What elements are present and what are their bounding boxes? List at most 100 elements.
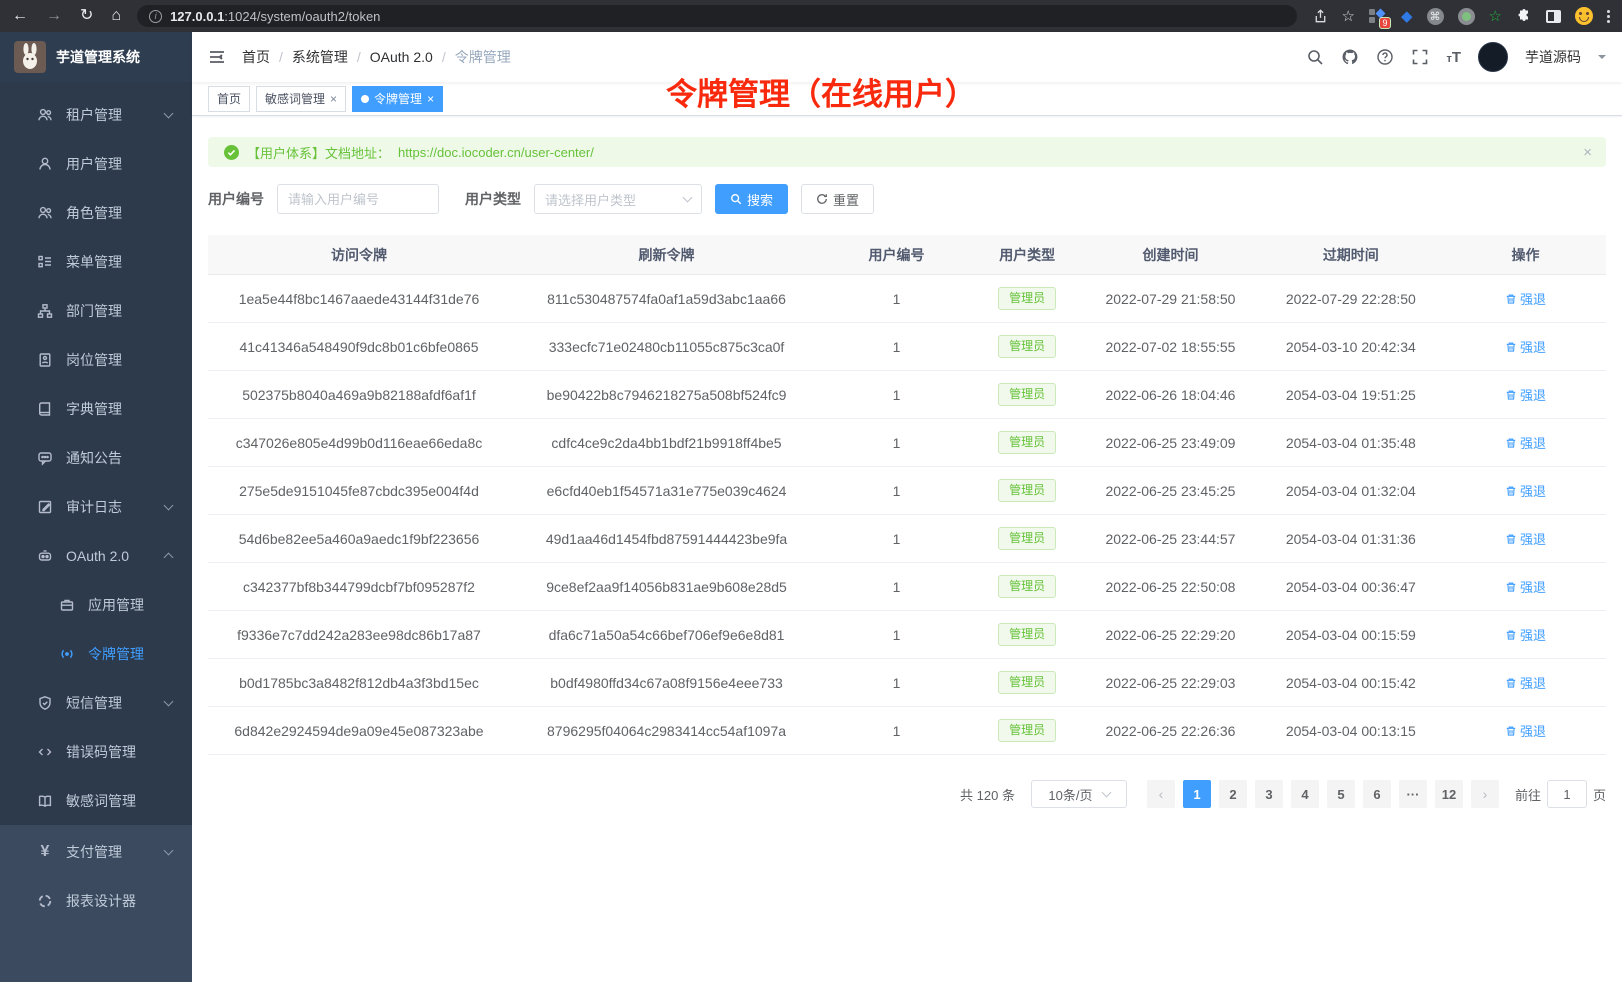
sidebar-item-menu[interactable]: 菜单管理 <box>0 237 192 286</box>
profile-avatar-icon[interactable] <box>1575 7 1593 25</box>
page-button-6[interactable]: 6 <box>1363 780 1391 808</box>
breadcrumb-home[interactable]: 首页 <box>242 47 270 67</box>
goto-page-input[interactable] <box>1547 780 1587 808</box>
sidebar-item-oauth2[interactable]: OAuth 2.0 <box>0 531 192 580</box>
access-token-cell: 54d6be82ee5a460a9aedc1f9bf223656 <box>208 531 510 547</box>
doc-link[interactable]: https://doc.iocoder.cn/user-center/ <box>398 145 594 160</box>
page-button-1[interactable]: 1 <box>1183 780 1211 808</box>
reload-icon[interactable]: ↻ <box>80 8 93 24</box>
tag-home[interactable]: 首页 <box>208 86 250 112</box>
more-pages-button[interactable]: ··· <box>1399 780 1427 808</box>
user-type-cell: 管理员 <box>970 719 1085 741</box>
user-id-input[interactable] <box>277 184 439 214</box>
force-logout-button[interactable]: 强退 <box>1505 337 1546 356</box>
gem-extension-icon[interactable]: ◆ <box>1401 7 1413 25</box>
force-logout-button[interactable]: 强退 <box>1505 721 1546 740</box>
user-avatar[interactable] <box>1478 42 1508 72</box>
tag-sensitive-word[interactable]: 敏感词管理 × <box>256 86 346 112</box>
force-logout-button[interactable]: 强退 <box>1505 481 1546 500</box>
command-extension-icon[interactable]: ⌘ <box>1427 8 1444 25</box>
sidebar-item-report-designer[interactable]: 报表设计器 <box>0 876 192 925</box>
breadcrumb-oauth2[interactable]: OAuth 2.0 <box>370 49 433 65</box>
reset-button-label: 重置 <box>833 190 859 209</box>
close-icon[interactable]: × <box>330 93 337 105</box>
user-type-select[interactable]: 请选择用户类型 <box>534 184 702 214</box>
sidebar-item-post[interactable]: 岗位管理 <box>0 335 192 384</box>
force-logout-button[interactable]: 强退 <box>1505 289 1546 308</box>
sidebar-item-user[interactable]: 用户管理 <box>0 139 192 188</box>
close-icon[interactable]: × <box>427 93 434 105</box>
star-extension-icon[interactable]: ☆ <box>1489 7 1502 25</box>
created-time-cell: 2022-06-25 22:29:03 <box>1085 675 1257 691</box>
prev-page-button[interactable]: ‹ <box>1147 780 1175 808</box>
tag-label: 敏感词管理 <box>265 90 325 107</box>
chevron-down-icon <box>164 696 174 706</box>
table-header: 访问令牌 刷新令牌 用户编号 用户类型 创建时间 过期时间 操作 <box>208 235 1606 275</box>
sidebar-item-oauth2-token[interactable]: 令牌管理 <box>0 629 192 678</box>
font-size-icon[interactable]: тT <box>1446 49 1461 66</box>
force-logout-button[interactable]: 强退 <box>1505 577 1546 596</box>
page-button-3[interactable]: 3 <box>1255 780 1283 808</box>
sidebar-item-dept[interactable]: 部门管理 <box>0 286 192 335</box>
puzzle-extensions-icon[interactable] <box>1516 8 1532 24</box>
help-icon[interactable] <box>1376 48 1394 66</box>
force-logout-button[interactable]: 强退 <box>1505 385 1546 404</box>
sidebar-item-oauth2-app[interactable]: 应用管理 <box>0 580 192 629</box>
sidebar-item-audit-log[interactable]: 审计日志 <box>0 482 192 531</box>
sidebar-item-notice[interactable]: 通知公告 <box>0 433 192 482</box>
address-bar[interactable]: i 127.0.0.1:1024/system/oauth2/token <box>137 5 1296 27</box>
action-cell: 强退 <box>1445 385 1606 404</box>
extension-badge: 9 <box>1379 17 1391 29</box>
sidebar-item-label: 用户管理 <box>66 154 122 174</box>
refresh-icon <box>816 193 828 205</box>
page-button-12[interactable]: 12 <box>1435 780 1463 808</box>
tag-token-active[interactable]: 令牌管理× <box>352 86 443 112</box>
sidebar-item-label: 短信管理 <box>66 693 122 713</box>
side-panel-icon[interactable] <box>1546 10 1561 23</box>
refresh-token-cell: 811c530487574fa0af1a59d3abc1aa66 <box>510 291 823 307</box>
app-logo[interactable]: 芋道管理系统 <box>0 32 192 82</box>
force-logout-button[interactable]: 强退 <box>1505 625 1546 644</box>
search-button[interactable]: 搜索 <box>715 184 788 214</box>
sidebar-item-sensitive-word[interactable]: 敏感词管理 <box>0 776 192 825</box>
username-label[interactable]: 芋道源码 <box>1525 47 1581 67</box>
search-icon[interactable] <box>1306 48 1324 66</box>
breadcrumb-system[interactable]: 系统管理 <box>292 47 348 67</box>
sidebar-item-dict[interactable]: 字典管理 <box>0 384 192 433</box>
browser-menu-icon[interactable] <box>1607 10 1610 23</box>
page-button-4[interactable]: 4 <box>1291 780 1319 808</box>
github-icon[interactable] <box>1341 48 1359 66</box>
sidebar-collapse-icon[interactable] <box>208 48 226 66</box>
url-text[interactable]: 127.0.0.1:1024/system/oauth2/token <box>170 9 380 24</box>
force-logout-button[interactable]: 强退 <box>1505 529 1546 548</box>
sidebar-item-role[interactable]: 角色管理 <box>0 188 192 237</box>
page-button-2[interactable]: 2 <box>1219 780 1247 808</box>
page-size-select[interactable]: 10条/页 <box>1031 780 1127 808</box>
home-icon[interactable]: ⌂ <box>111 8 121 24</box>
site-info-icon[interactable]: i <box>149 10 162 23</box>
bookmark-star-icon[interactable]: ☆ <box>1342 7 1355 25</box>
share-icon[interactable] <box>1313 9 1328 24</box>
next-page-button[interactable]: › <box>1471 780 1499 808</box>
page-button-5[interactable]: 5 <box>1327 780 1355 808</box>
sidebar-item-sms[interactable]: 短信管理 <box>0 678 192 727</box>
refresh-token-cell: b0df4980ffd34c67a08f9156e4eee733 <box>510 675 823 691</box>
chevron-up-icon <box>164 553 174 563</box>
force-logout-button[interactable]: 强退 <box>1505 673 1546 692</box>
fullscreen-icon[interactable] <box>1411 48 1429 66</box>
sidebar-item-errcode[interactable]: 错误码管理 <box>0 727 192 776</box>
force-logout-button[interactable]: 强退 <box>1505 433 1546 452</box>
forward-icon[interactable]: → <box>46 8 62 24</box>
extension-grid-icon[interactable]: 9 <box>1369 8 1387 24</box>
back-icon[interactable]: ← <box>12 8 28 24</box>
user-type-cell: 管理员 <box>970 623 1085 645</box>
recorder-extension-icon[interactable] <box>1458 8 1475 25</box>
caret-down-icon[interactable] <box>1598 55 1606 63</box>
expire-time-cell: 2022-07-29 22:28:50 <box>1256 291 1445 307</box>
sidebar-item-pay[interactable]: ¥ 支付管理 <box>0 827 192 876</box>
alert-close-icon[interactable]: × <box>1583 144 1592 161</box>
created-time-cell: 2022-06-26 18:04:46 <box>1085 387 1257 403</box>
refresh-token-cell: 333ecfc71e02480cb11055c875c3ca0f <box>510 339 823 355</box>
reset-button[interactable]: 重置 <box>801 184 874 214</box>
sidebar-item-tenant[interactable]: 租户管理 <box>0 90 192 139</box>
